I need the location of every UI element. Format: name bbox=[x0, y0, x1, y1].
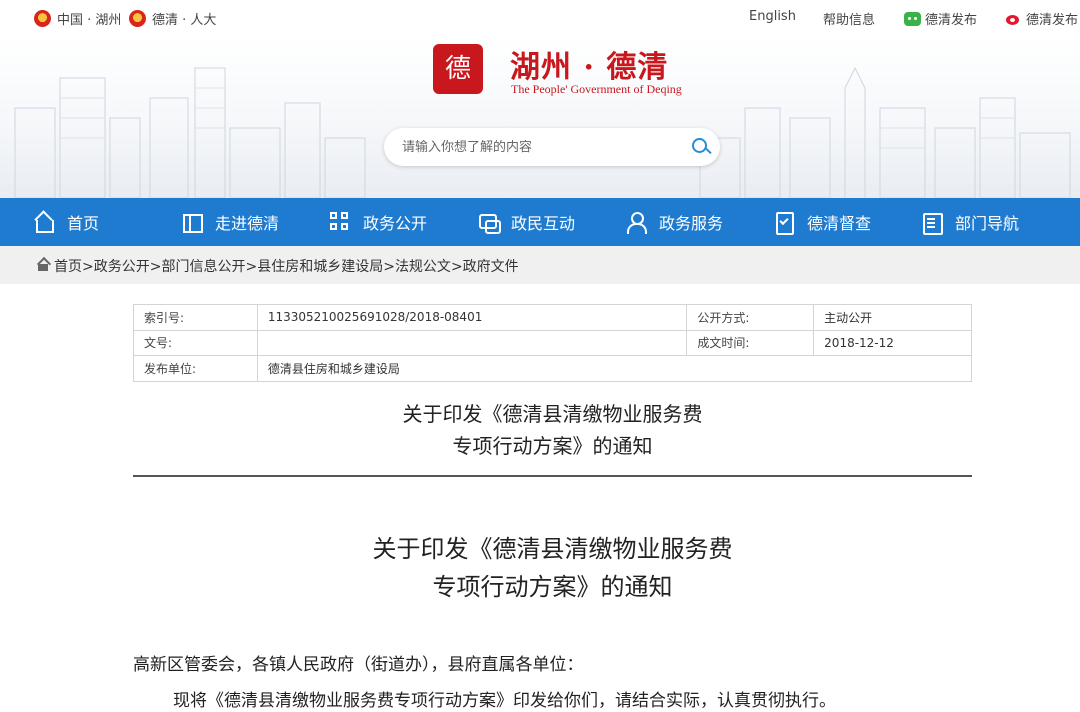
breadcrumb-link[interactable]: 政务公开 bbox=[94, 259, 150, 275]
nav-item-label: 部门导航 bbox=[955, 214, 1020, 233]
nav-item-label: 政务服务 bbox=[659, 214, 724, 233]
site-subtitle: The People' Government of Deqing bbox=[511, 82, 682, 96]
weibo-icon bbox=[1005, 12, 1022, 26]
deqing-seal-logo: 德 bbox=[433, 44, 483, 94]
home-icon bbox=[36, 259, 50, 271]
nav-item-label: 德清督查 bbox=[807, 214, 872, 233]
national-emblem-icon bbox=[129, 10, 146, 27]
search-box bbox=[384, 128, 720, 166]
breadcrumb-separator: > bbox=[149, 259, 162, 275]
list-icon bbox=[921, 211, 943, 235]
help-link-label: 帮助信息 bbox=[823, 13, 876, 28]
site-link-china-huzhou[interactable]: 中国 · 湖州 bbox=[34, 9, 121, 28]
table-row: 发布单位: 德清县住房和城乡建设局 bbox=[133, 355, 973, 382]
breadcrumb-separator: > bbox=[383, 259, 395, 275]
issuer-value: 德清县住房和城乡建设局 bbox=[256, 355, 973, 382]
nav-item-supervision[interactable]: 德清督查 bbox=[773, 198, 871, 246]
site-link-deqing-npc[interactable]: 德清 · 人大 bbox=[129, 9, 216, 28]
weibo-link-label: 德清发布 bbox=[1026, 13, 1079, 28]
wechat-link-label: 德清发布 bbox=[925, 13, 978, 28]
document-body-title: 关于印发《德清县清缴物业服务费 专项行动方案》的通知 bbox=[133, 530, 972, 606]
document-title-line: 专项行动方案》的通知 bbox=[452, 434, 653, 458]
search-icon[interactable] bbox=[684, 129, 720, 165]
title-divider bbox=[133, 475, 972, 477]
grid-icon bbox=[329, 211, 351, 233]
document-body-title-line: 专项行动方案》的通知 bbox=[432, 573, 673, 601]
doc-number-label: 文号: bbox=[133, 329, 258, 357]
breadcrumb-link[interactable]: 首页 bbox=[54, 259, 82, 275]
breadcrumb-trail: 首页>政务公开>部门信息公开>县住房和城乡建设局>法规公文>政府文件 bbox=[54, 256, 519, 276]
public-method-label: 公开方式: bbox=[686, 304, 815, 331]
top-bar: 中国 · 湖州 德清 · 人大 English 帮助信息 德清发布 德清发布 bbox=[0, 0, 1080, 36]
nav-item-label: 首页 bbox=[67, 214, 100, 233]
document-title: 关于印发《德清县清缴物业服务费 专项行动方案》的通知 bbox=[133, 398, 972, 462]
issuer-label: 发布单位: bbox=[133, 355, 258, 382]
date-label: 成文时间: bbox=[686, 329, 815, 357]
nav-item-home[interactable]: 首页 bbox=[33, 198, 99, 246]
home-icon bbox=[33, 211, 55, 233]
check-icon bbox=[773, 211, 795, 235]
document-salutation: 高新区管委会，各镇人民政府（街道办），县府直属各单位： bbox=[133, 655, 584, 675]
header-banner: 德 湖州 · 德清 The People' Government of Deqi… bbox=[0, 36, 1080, 198]
date-value: 2018-12-12 bbox=[813, 329, 972, 357]
breadcrumb-separator: > bbox=[245, 259, 258, 275]
public-method-value: 主动公开 bbox=[813, 304, 972, 331]
document-paragraph: 现将《德清县清缴物业服务费专项行动方案》印发给你们，请结合实际，认真贯彻执行。 bbox=[173, 691, 836, 711]
nav-item-about-deqing[interactable]: 走进德清 bbox=[181, 198, 279, 246]
breadcrumb-link[interactable]: 部门信息公开 bbox=[161, 259, 245, 275]
breadcrumb-link[interactable]: 县住房和城乡建设局 bbox=[257, 259, 383, 275]
index-value: 113305210025691028/2018-08401 bbox=[256, 304, 688, 331]
nav-item-government-affairs[interactable]: 政务公开 bbox=[329, 198, 427, 246]
site-title: 湖州 · 德清 bbox=[510, 50, 669, 85]
breadcrumb-link[interactable]: 法规公文 bbox=[395, 259, 451, 275]
document-body-title-line: 关于印发《德清县清缴物业服务费 bbox=[372, 535, 733, 563]
nav-item-departments[interactable]: 部门导航 bbox=[921, 198, 1019, 246]
weibo-link[interactable]: 德清发布 bbox=[1005, 9, 1078, 28]
nav-item-label: 政务公开 bbox=[363, 214, 428, 233]
english-link-label: English bbox=[749, 9, 796, 24]
english-link[interactable]: English bbox=[749, 9, 796, 24]
seal-text: 德 bbox=[444, 54, 471, 84]
main-nav: 首页 走进德清 政务公开 政民互动 政务服务 德清督查 部门导航 bbox=[0, 198, 1080, 246]
wechat-icon bbox=[904, 11, 921, 26]
nav-item-services[interactable]: 政务服务 bbox=[625, 198, 723, 246]
nav-item-interaction[interactable]: 政民互动 bbox=[477, 198, 575, 246]
user-icon bbox=[625, 211, 647, 234]
wechat-link[interactable]: 德清发布 bbox=[904, 9, 977, 28]
document-metadata-table: 索引号: 113305210025691028/2018-08401 公开方式:… bbox=[133, 304, 973, 382]
map-icon bbox=[181, 211, 203, 233]
breadcrumb-separator: > bbox=[82, 259, 94, 275]
nav-item-label: 走进德清 bbox=[215, 214, 280, 233]
chat-icon bbox=[477, 211, 501, 234]
search-input[interactable] bbox=[384, 139, 684, 155]
table-row: 索引号: 113305210025691028/2018-08401 公开方式:… bbox=[133, 304, 972, 331]
breadcrumb-separator: > bbox=[450, 259, 463, 275]
nav-item-label: 政民互动 bbox=[511, 214, 576, 233]
national-emblem-icon bbox=[34, 10, 51, 27]
table-row: 文号: 成文时间: 2018-12-12 bbox=[133, 329, 972, 357]
document-title-line: 关于印发《德清县清缴物业服务费 bbox=[402, 402, 703, 426]
breadcrumb-current[interactable]: 政府文件 bbox=[463, 259, 519, 275]
doc-number-value bbox=[256, 329, 688, 357]
site-link-label: 德清 · 人大 bbox=[152, 13, 217, 28]
breadcrumb: 首页>政务公开>部门信息公开>县住房和城乡建设局>法规公文>政府文件 bbox=[0, 246, 1080, 284]
index-label: 索引号: bbox=[133, 304, 258, 331]
help-link[interactable]: 帮助信息 bbox=[823, 9, 875, 28]
site-link-label: 中国 · 湖州 bbox=[57, 13, 122, 28]
